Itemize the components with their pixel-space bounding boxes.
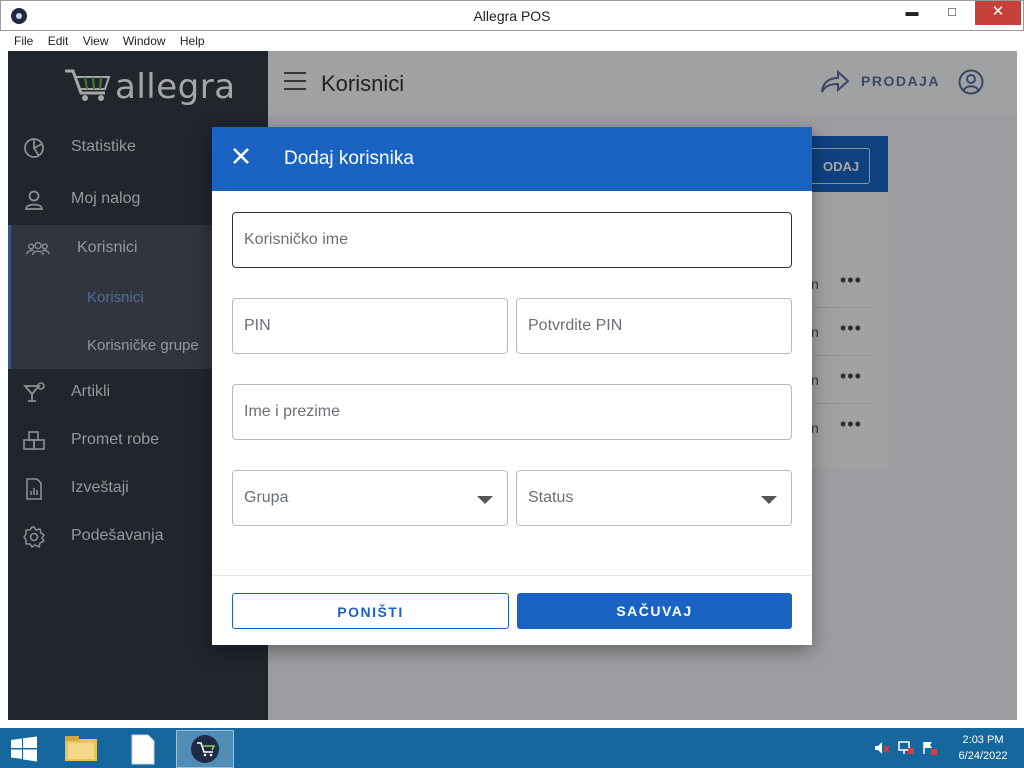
dropdown-arrow-icon <box>477 496 493 504</box>
confirm-pin-field[interactable]: Potvrdite PIN <box>516 298 792 354</box>
full-name-field[interactable]: Ime i prezime <box>232 384 792 440</box>
clock-time: 2:03 PM <box>962 734 1004 746</box>
add-user-dialog: Dodaj korisnika Korisničko ime PIN Potvr… <box>212 127 812 645</box>
menu-bar: File Edit View Window Help <box>8 31 1017 51</box>
taskbar-file-explorer[interactable] <box>52 730 110 768</box>
menu-view[interactable]: View <box>83 31 109 51</box>
dialog-header: Dodaj korisnika <box>212 127 812 191</box>
username-placeholder: Korisničko ime <box>244 231 349 248</box>
action-center-icon[interactable] <box>922 741 938 755</box>
allegra-app-icon <box>191 735 219 763</box>
save-button[interactable]: SAČUVAJ <box>517 593 792 629</box>
document-icon <box>131 734 155 765</box>
group-select[interactable]: Grupa <box>232 470 508 526</box>
full-name-placeholder: Ime i prezime <box>244 403 341 420</box>
window-title-bar: Allegra POS ▬ □ ✕ <box>0 0 1024 31</box>
dialog-divider <box>212 575 812 576</box>
username-field[interactable]: Korisničko ime <box>232 212 792 268</box>
close-icon[interactable] <box>230 145 252 167</box>
minimize-button[interactable]: ▬ <box>897 1 927 25</box>
speaker-muted-icon[interactable] <box>874 741 890 755</box>
maximize-button[interactable]: □ <box>937 1 967 25</box>
app-client-area: allegra Statistike Moj nalog Korisnici K… <box>8 51 1017 720</box>
folder-icon <box>65 736 97 761</box>
menu-window[interactable]: Window <box>123 31 166 51</box>
window-border-left <box>0 31 8 728</box>
dropdown-arrow-icon <box>761 496 777 504</box>
clock-date: 6/24/2022 <box>958 750 1008 762</box>
menu-help[interactable]: Help <box>180 31 205 51</box>
window-title: Allegra POS <box>473 8 551 24</box>
taskbar-document[interactable] <box>114 730 172 768</box>
pin-field[interactable]: PIN <box>232 298 508 354</box>
status-placeholder: Status <box>528 489 574 506</box>
system-clock[interactable]: 2:03 PM 6/24/2022 <box>950 732 1016 764</box>
cancel-button[interactable]: PONIŠTI <box>232 593 509 629</box>
confirm-pin-placeholder: Potvrdite PIN <box>528 317 623 334</box>
menu-edit[interactable]: Edit <box>48 31 69 51</box>
windows-start-icon[interactable] <box>10 736 38 762</box>
network-icon[interactable] <box>898 741 914 755</box>
group-placeholder: Grupa <box>244 489 289 506</box>
taskbar: 2:03 PM 6/24/2022 <box>0 728 1024 768</box>
pin-placeholder: PIN <box>244 317 271 334</box>
window-border-right <box>1017 31 1024 728</box>
status-select[interactable]: Status <box>516 470 792 526</box>
close-window-button[interactable]: ✕ <box>975 1 1021 25</box>
taskbar-allegra-pos[interactable] <box>176 730 234 768</box>
dialog-title: Dodaj korisnika <box>284 148 414 169</box>
window-border-bottom <box>0 720 1024 728</box>
menu-file[interactable]: File <box>14 31 33 51</box>
